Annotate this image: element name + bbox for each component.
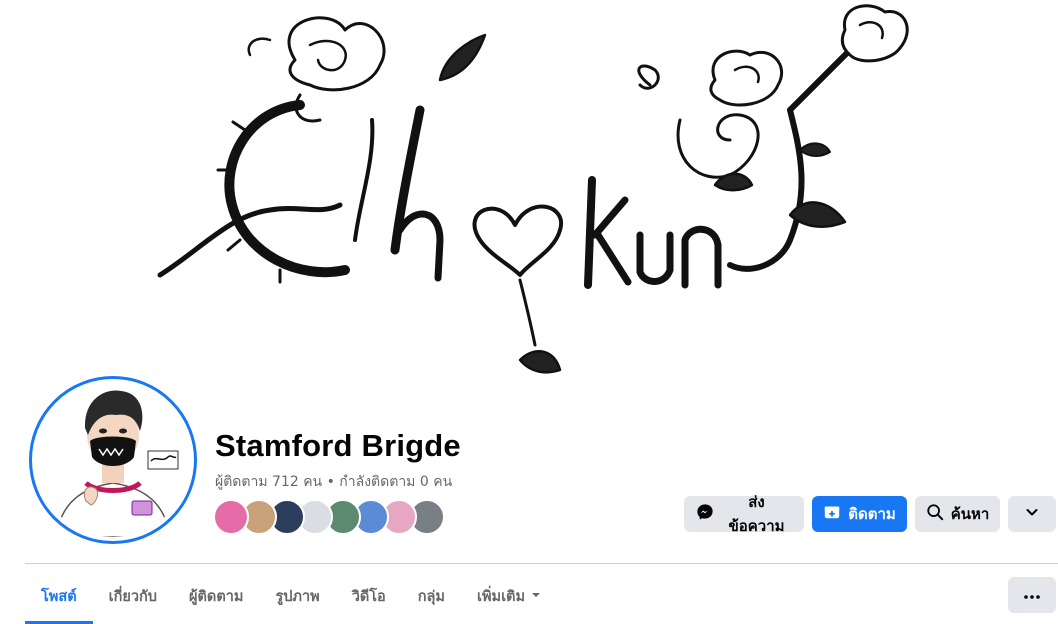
follower-avatar[interactable] [213,499,249,535]
ellipsis-icon [1024,586,1040,604]
follow-icon [823,503,841,525]
follow-button-label: ติดตาม [848,505,896,523]
tab-photos[interactable]: รูปภาพ [259,578,335,614]
tab-posts[interactable]: โพสต์ [25,578,93,624]
chevron-down-icon [1024,504,1040,524]
tab-label: เพิ่มเติม [477,588,526,605]
tab-label: กลุ่ม [417,588,445,605]
tab-followers[interactable]: ผู้ติดตาม [173,578,259,614]
tab-videos[interactable]: วิดีโอ [336,578,402,614]
follower-stats[interactable]: ผู้ติดตาม 712 คน • กำลังติดตาม 0 คน [215,471,452,493]
avatar [36,383,190,537]
more-actions-dropdown-button[interactable] [1008,496,1056,532]
profile-tabs: โพสต์ เกี่ยวกับ ผู้ติดตาม รูปภาพ วิดีโอ … [25,578,557,624]
page-title: Stamford Brigde [215,428,461,463]
more-options-button[interactable] [1008,577,1056,613]
profile-picture[interactable] [29,376,197,544]
search-button-label: ค้นหา [950,505,990,523]
message-button[interactable]: ส่งข้อความ [684,493,804,535]
tab-label: เกี่ยวกับ [108,588,157,605]
messenger-icon [696,503,714,525]
tab-groups[interactable]: กลุ่ม [402,578,461,614]
header-divider [25,563,1058,564]
follow-button[interactable]: ติดตาม [812,496,907,532]
tab-about[interactable]: เกี่ยวกับ [93,578,173,614]
search-icon [926,503,944,525]
tab-label: รูปภาพ [275,588,320,605]
tab-more[interactable]: เพิ่มเติม [461,578,557,614]
rose-vine-logo [157,4,909,374]
search-button[interactable]: ค้นหา [915,496,1000,532]
tab-label: โพสต์ [41,588,77,605]
message-button-label: ส่งข้อความ [728,493,785,535]
caret-down-icon [531,588,541,604]
tab-label: ผู้ติดตาม [188,588,244,605]
cover-photo[interactable] [0,0,1058,400]
tab-label: วิดีโอ [351,588,386,605]
